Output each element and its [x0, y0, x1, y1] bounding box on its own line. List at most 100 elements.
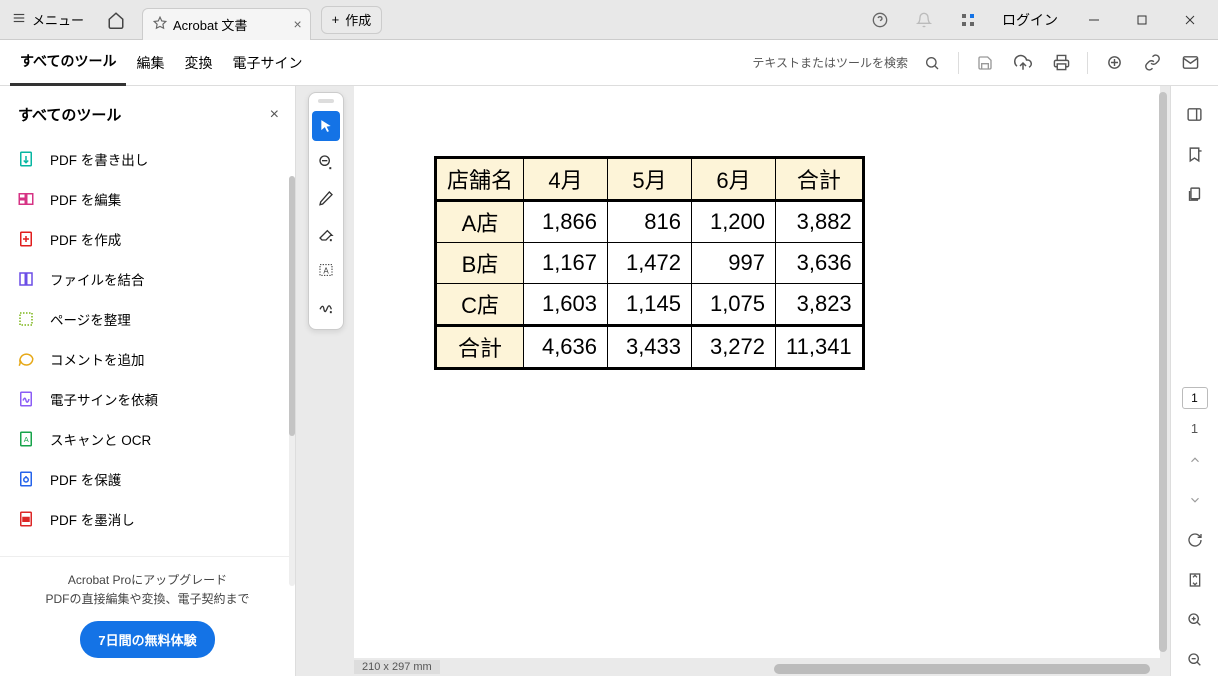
svg-text:.: . [330, 309, 332, 314]
titlebar: メニュー Acrobat 文書 × + 作成 ログイン [0, 0, 1218, 40]
tab-all-tools[interactable]: すべてのツール [10, 40, 126, 86]
rotate-icon [1187, 532, 1203, 548]
drag-handle-icon[interactable] [318, 99, 334, 103]
zoom-in-button[interactable] [1179, 604, 1211, 636]
apps-icon [960, 12, 976, 28]
zoom-in-icon [1187, 612, 1203, 628]
ai-button[interactable] [1096, 45, 1132, 81]
row-name: B店 [436, 243, 524, 284]
table-header: 店舗名 [436, 158, 524, 201]
save-button[interactable] [967, 45, 1003, 81]
erase-tool[interactable]: . [312, 219, 340, 249]
titlebar-right: ログイン [860, 0, 1218, 40]
tab-edit[interactable]: 編集 [126, 40, 174, 86]
cell: 11,341 [776, 326, 864, 369]
page-up-button[interactable] [1179, 444, 1211, 476]
upgrade-line2: PDFの直接編集や変換、電子契約まで [14, 590, 281, 607]
window-close-button[interactable] [1168, 0, 1212, 40]
cell: 1,472 [608, 243, 692, 284]
sidebar-item[interactable]: PDF を保護 [8, 459, 287, 499]
text-tool[interactable]: A [312, 255, 340, 285]
sidebar-scrollbar[interactable] [289, 176, 295, 586]
sidebar-item-label: PDF を編集 [50, 189, 121, 209]
share-button[interactable] [1172, 45, 1208, 81]
sidebar-item[interactable]: Aスキャンと OCR [8, 419, 287, 459]
login-label: ログイン [1002, 10, 1058, 30]
home-button[interactable] [96, 0, 136, 40]
divider [1087, 52, 1088, 74]
trial-button[interactable]: 7日間の無料体験 [80, 621, 214, 658]
search-button[interactable] [914, 45, 950, 81]
table-header: 合計 [776, 158, 864, 201]
home-icon [107, 11, 125, 29]
sidebar-item-label: コメントを追加 [50, 349, 145, 369]
panel-toggle-button[interactable] [1179, 98, 1211, 130]
search-icon [924, 55, 940, 71]
notification-button[interactable] [904, 0, 944, 40]
horizontal-scrollbar[interactable] [774, 664, 1150, 674]
tab-esign[interactable]: 電子サイン [222, 40, 312, 86]
sidebar-item[interactable]: ページを整理 [8, 299, 287, 339]
draw-tool[interactable] [312, 183, 340, 213]
row-name: C店 [436, 284, 524, 326]
horizontal-scrollbar-thumb[interactable] [774, 664, 1150, 674]
tab-close-button[interactable]: × [293, 16, 301, 32]
tab-convert-label: 変換 [184, 53, 212, 73]
sidebar-scrollbar-thumb[interactable] [289, 176, 295, 436]
search-placeholder-text: テキストまたはツールを検索 [752, 54, 908, 71]
select-tool[interactable] [312, 111, 340, 141]
sidebar-item[interactable]: ファイルを結合 [8, 259, 287, 299]
new-tab-button[interactable]: + 作成 [321, 6, 383, 34]
sidebar-item[interactable]: PDF を作成 [8, 219, 287, 259]
mail-icon [1182, 54, 1199, 71]
tab-convert[interactable]: 変換 [174, 40, 222, 86]
pencil-icon [318, 190, 334, 206]
plus-icon: + [332, 12, 340, 27]
floating-toolbar[interactable]: . . A . [308, 92, 344, 330]
print-button[interactable] [1043, 45, 1079, 81]
sign-tool[interactable]: . [312, 291, 340, 321]
pages-icon [1186, 186, 1203, 203]
fit-button[interactable] [1179, 564, 1211, 596]
print-icon [1053, 54, 1070, 71]
page-view[interactable]: 店舗名4月5月6月合計 A店1,8668161,2003,882B店1,1671… [354, 86, 1160, 658]
zoom-tool[interactable]: . [312, 147, 340, 177]
statusbar: 210 x 297 mm [354, 658, 440, 676]
tool-icon: A [16, 429, 36, 449]
zoom-minus-icon: . [318, 154, 334, 170]
upgrade-line1: Acrobat Proにアップグレード [14, 571, 281, 588]
menu-label: メニュー [32, 10, 84, 29]
link-button[interactable] [1134, 45, 1170, 81]
sidebar-item[interactable]: PDF を墨消し [8, 499, 287, 539]
bookmark-button[interactable] [1179, 138, 1211, 170]
svg-text:A: A [323, 266, 329, 275]
sidebar-item[interactable]: PDF を編集 [8, 179, 287, 219]
sidebar-item-label: 電子サインを依頼 [50, 389, 158, 409]
login-button[interactable]: ログイン [992, 0, 1068, 40]
current-page-label: 1 [1191, 391, 1198, 405]
apps-button[interactable] [948, 0, 988, 40]
vertical-scrollbar-thumb[interactable] [1159, 92, 1167, 652]
pages-button[interactable] [1179, 178, 1211, 210]
sidebar-item[interactable]: PDF を書き出し [8, 139, 287, 179]
document-tab[interactable]: Acrobat 文書 × [142, 8, 311, 40]
window-maximize-button[interactable] [1120, 0, 1164, 40]
help-button[interactable] [860, 0, 900, 40]
zoom-out-button[interactable] [1179, 644, 1211, 676]
bell-icon [916, 12, 932, 28]
menu-button[interactable]: メニュー [0, 0, 96, 39]
sidebar-item[interactable]: 電子サインを依頼 [8, 379, 287, 419]
window-minimize-button[interactable] [1072, 0, 1116, 40]
rotate-button[interactable] [1179, 524, 1211, 556]
sidebar-item[interactable]: コメントを追加 [8, 339, 287, 379]
bookmark-icon [1186, 146, 1203, 163]
page-down-button[interactable] [1179, 484, 1211, 516]
table-header: 6月 [692, 158, 776, 201]
vertical-scrollbar[interactable] [1156, 92, 1170, 656]
cloud-button[interactable] [1005, 45, 1041, 81]
titlebar-left: メニュー Acrobat 文書 × + 作成 [0, 0, 382, 39]
sidebar-close-button[interactable]: × [270, 106, 279, 124]
current-page-input[interactable]: 1 [1182, 387, 1208, 409]
sidebar-item-label: ファイルを結合 [50, 269, 145, 289]
hamburger-icon [12, 11, 26, 28]
